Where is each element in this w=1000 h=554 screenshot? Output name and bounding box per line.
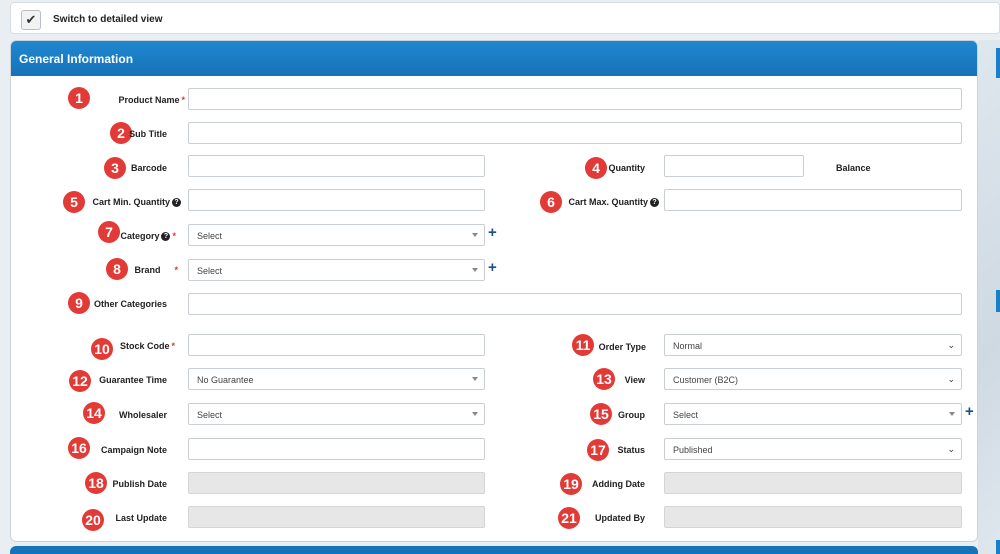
barcode-input[interactable] (188, 155, 485, 177)
help-icon[interactable]: ? (650, 198, 659, 207)
updated-by-field (664, 506, 962, 528)
badge-9: 9 (68, 292, 90, 314)
sub-title-input[interactable] (188, 122, 962, 144)
product-name-label: Product Name * (118, 95, 185, 105)
publish-date-field (188, 472, 485, 494)
balance-label: Balance (836, 163, 871, 173)
guarantee-time-label: Guarantee Time (99, 375, 167, 385)
cart-max-label: Cart Max. Quantity? (559, 197, 659, 207)
brand-label: Brand * (134, 265, 178, 275)
category-label: Category? * (120, 231, 176, 241)
group-select[interactable]: Select (664, 403, 962, 425)
help-icon[interactable]: ? (161, 232, 171, 241)
guarantee-time-select[interactable]: No Guarantee (188, 368, 485, 390)
right-side-decor (978, 40, 1000, 554)
caret-down-icon (472, 268, 478, 272)
stock-code-input[interactable] (188, 334, 485, 356)
check-icon: ✔ (25, 12, 37, 27)
other-categories-label: Other Categories (93, 299, 167, 309)
badge-19: 19 (560, 473, 582, 495)
cart-min-label: Cart Min. Quantity? (81, 197, 181, 207)
badge-8: 8 (106, 258, 128, 280)
badge-10: 10 (91, 338, 113, 360)
quantity-input[interactable] (664, 155, 804, 177)
other-categories-input[interactable] (188, 293, 962, 315)
switch-label: Switch to detailed view (53, 14, 163, 25)
switch-bar: ✔ Switch to detailed view (10, 2, 1000, 34)
order-type-select[interactable]: Normal ⌄ (664, 334, 962, 356)
view-label: View (624, 375, 645, 385)
badge-21: 21 (558, 507, 580, 529)
cart-min-input[interactable] (188, 189, 485, 211)
general-information-panel: General Information 1 Product Name * 2 Su… (10, 40, 978, 542)
next-panel-header (10, 546, 978, 554)
status-select[interactable]: Published ⌄ (664, 438, 962, 460)
caret-down-icon (472, 412, 478, 416)
badge-18: 18 (85, 472, 107, 494)
quantity-label: Quantity (608, 163, 645, 173)
sub-title-label: Sub Title (129, 129, 167, 139)
badge-13: 13 (593, 368, 615, 390)
badge-1: 1 (68, 87, 90, 109)
cart-max-input[interactable] (664, 189, 962, 211)
badge-17: 17 (587, 439, 609, 461)
badge-14: 14 (83, 402, 105, 424)
badge-15: 15 (590, 403, 612, 425)
publish-date-label: Publish Date (112, 479, 167, 489)
panel-title: General Information (11, 41, 977, 76)
view-select[interactable]: Customer (B2C) ⌄ (664, 368, 962, 390)
detailed-view-checkbox[interactable]: ✔ (21, 10, 41, 30)
stock-code-label: Stock Code * (119, 341, 175, 351)
updated-by-label: Updated By (594, 513, 645, 523)
barcode-label: Barcode (130, 163, 167, 173)
order-type-label: Order Type (598, 342, 646, 352)
add-category-icon[interactable]: + (488, 224, 497, 241)
adding-date-field (664, 472, 962, 494)
last-update-field (188, 506, 485, 528)
badge-12: 12 (69, 370, 91, 392)
caret-down-icon (949, 412, 955, 416)
chevron-down-icon: ⌄ (947, 444, 955, 454)
adding-date-label: Adding Date (592, 479, 645, 489)
status-label: Status (617, 445, 645, 455)
last-update-label: Last Update (115, 513, 167, 523)
chevron-down-icon: ⌄ (947, 374, 955, 384)
wholesaler-label: Wholesaler (118, 410, 167, 420)
wholesaler-select[interactable]: Select (188, 403, 485, 425)
group-label: Group (618, 410, 645, 420)
category-select[interactable]: Select (188, 224, 485, 246)
badge-20: 20 (82, 509, 104, 531)
caret-down-icon (472, 233, 478, 237)
campaign-note-input[interactable] (188, 438, 485, 460)
caret-down-icon (472, 377, 478, 381)
add-group-icon[interactable]: + (965, 403, 974, 420)
add-brand-icon[interactable]: + (488, 259, 497, 276)
help-icon[interactable]: ? (172, 198, 181, 207)
campaign-note-label: Campaign Note (100, 445, 167, 455)
badge-11: 11 (572, 334, 594, 356)
chevron-down-icon: ⌄ (947, 340, 955, 350)
badge-16: 16 (68, 437, 90, 459)
product-name-input[interactable] (188, 88, 962, 110)
brand-select[interactable]: Select (188, 259, 485, 281)
